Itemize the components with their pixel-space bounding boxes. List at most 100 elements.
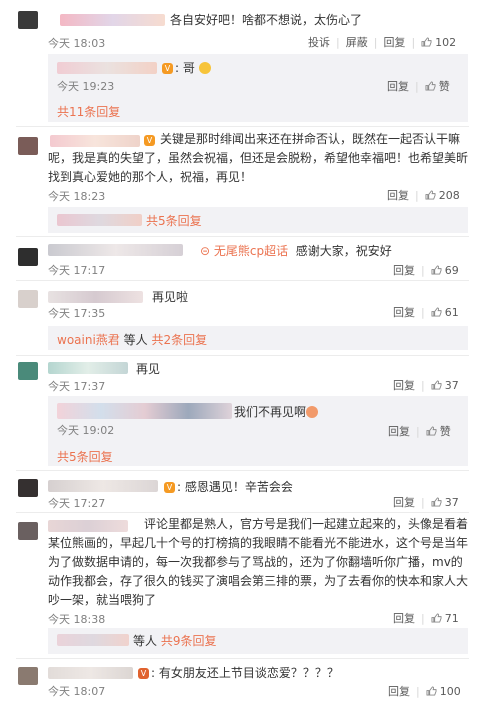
- more-replies-link[interactable]: 共11条回复: [57, 103, 120, 120]
- reply-link[interactable]: 回复: [393, 496, 415, 509]
- thumbs-up-icon: [431, 265, 442, 275]
- blurred-username[interactable]: [57, 403, 232, 419]
- reply-actions: 回复 | 赞: [387, 80, 450, 93]
- thumbs-up-icon: [425, 81, 436, 91]
- divider: [16, 236, 469, 237]
- comment-actions: 回复 | 71: [393, 612, 459, 625]
- reply-time: 今天 19:02: [57, 424, 115, 437]
- blurred-username[interactable]: [48, 362, 128, 374]
- reply-text: 哥: [182, 61, 195, 75]
- comment-text: 感恩遇见！辛苦会会: [184, 480, 293, 494]
- comment-time: 今天 18:07: [48, 685, 106, 698]
- reply-summary: woaini燕君 等人 共2条回复: [57, 331, 207, 348]
- blurred-username[interactable]: [57, 62, 157, 74]
- block-link[interactable]: 屏蔽: [346, 36, 368, 49]
- comment-1-text-wrap: 各自安好吧！啥都不想说，太伤心了: [170, 11, 362, 28]
- blurred-username[interactable]: [48, 244, 183, 256]
- like-count: 208: [438, 189, 460, 202]
- badge-icon: V: [162, 63, 173, 74]
- supertopic-label: 无尾熊cp超话: [213, 244, 289, 258]
- comment-text: 再见: [136, 362, 161, 376]
- blurred-username[interactable]: [48, 291, 143, 303]
- comment-actions: 回复 | 61: [393, 306, 459, 319]
- more-replies-link[interactable]: 共5条回复: [146, 212, 202, 229]
- like-count: 37: [444, 496, 459, 509]
- reply-link[interactable]: 回复: [383, 36, 405, 49]
- supertopic-tag[interactable]: ⊝ 无尾熊cp超话: [200, 244, 288, 258]
- blurred-username[interactable]: [57, 214, 142, 226]
- comment-text-wrap: V: 感恩遇见！辛苦会会: [162, 478, 293, 495]
- badge-icon: V: [138, 668, 149, 679]
- divider: [16, 126, 469, 127]
- reply-text: 等人: [133, 634, 158, 648]
- reply-text: 我们不再见啊: [234, 405, 307, 419]
- comment-actions: 回复 | 208: [387, 189, 460, 202]
- reply-summary: 等人 共9条回复: [133, 632, 216, 649]
- avatar[interactable]: [18, 290, 38, 308]
- reply-link[interactable]: 回复: [387, 80, 409, 93]
- smile-emoji-icon: [198, 62, 211, 74]
- reply-link[interactable]: 回复: [393, 264, 415, 277]
- like-button[interactable]: 100: [426, 685, 461, 698]
- thumbs-up-icon: [421, 37, 432, 47]
- more-replies-link[interactable]: 共9条回复: [161, 634, 217, 648]
- reply-text-wrap: V: 哥: [160, 59, 211, 76]
- reply-link[interactable]: 回复: [393, 612, 415, 625]
- blurred-username[interactable]: [48, 480, 158, 492]
- comment-actions: 回复 | 37: [393, 496, 459, 509]
- comment-text: 有女朋友还上节目谈恋爱？？？？: [158, 666, 339, 680]
- more-replies-link[interactable]: 共5条回复: [57, 448, 113, 465]
- reply-username[interactable]: woaini燕君: [57, 333, 120, 347]
- thumbs-up-icon: [431, 380, 442, 390]
- like-count: 69: [444, 264, 459, 277]
- avatar[interactable]: [18, 137, 38, 155]
- like-button[interactable]: 208: [425, 189, 460, 202]
- like-button[interactable]: 71: [431, 612, 459, 625]
- comment-time: 今天 18:38: [48, 613, 106, 626]
- reply-link[interactable]: 回复: [393, 379, 415, 392]
- blurred-username[interactable]: [57, 634, 129, 646]
- avatar[interactable]: [18, 11, 38, 29]
- divider: [16, 280, 469, 281]
- thumbs-up-icon: [431, 307, 442, 317]
- reply-link[interactable]: 回复: [387, 189, 409, 202]
- like-count: 100: [439, 685, 461, 698]
- comment-time: 今天 18:23: [48, 190, 106, 203]
- avatar[interactable]: [18, 522, 38, 540]
- blurred-username[interactable]: [48, 667, 133, 679]
- comment-time: 今天 17:35: [48, 307, 106, 320]
- more-replies-link[interactable]: 共2条回复: [151, 333, 207, 347]
- like-count: 71: [444, 612, 459, 625]
- thumbs-up-icon: [426, 426, 437, 436]
- like-label: 赞: [438, 80, 450, 93]
- avatar[interactable]: [18, 362, 38, 380]
- comment-time: 今天 17:37: [48, 380, 106, 393]
- like-button[interactable]: 37: [431, 379, 459, 392]
- report-link[interactable]: 投诉: [308, 36, 330, 49]
- like-button[interactable]: 61: [431, 306, 459, 319]
- comment-actions: 投诉 | 屏蔽 | 回复 | 102: [308, 36, 457, 49]
- divider: [16, 470, 469, 471]
- comment-text: 关键是那时绯闻出来还在拼命否认，既然在一起否认干嘛呢，我是真的失望了，虽然会祝福…: [48, 132, 469, 184]
- like-button[interactable]: 37: [431, 496, 459, 509]
- avatar[interactable]: [18, 667, 38, 685]
- comment-time: 今天 17:17: [48, 264, 106, 277]
- reply-text-wrap: 我们不再见啊: [234, 403, 319, 420]
- reply-link[interactable]: 回复: [388, 685, 410, 698]
- reply-text: 等人: [123, 333, 148, 347]
- comment-text-wrap: ⊝ 无尾熊cp超话 感谢大家，祝安好: [200, 242, 392, 259]
- like-button[interactable]: 赞: [426, 425, 451, 438]
- thumbs-up-icon: [431, 613, 442, 623]
- like-count: 102: [435, 36, 457, 49]
- avatar[interactable]: [18, 479, 38, 497]
- comment-text: 再见啦: [152, 290, 189, 304]
- like-count: 37: [444, 379, 459, 392]
- like-button[interactable]: 赞: [425, 80, 450, 93]
- like-button[interactable]: 69: [431, 264, 459, 277]
- blurred-username[interactable]: [60, 14, 165, 26]
- reply-link[interactable]: 回复: [388, 425, 410, 438]
- like-button[interactable]: 102: [421, 36, 456, 49]
- reply-link[interactable]: 回复: [393, 306, 415, 319]
- avatar[interactable]: [18, 248, 38, 266]
- crying-emoji-icon: [306, 406, 319, 418]
